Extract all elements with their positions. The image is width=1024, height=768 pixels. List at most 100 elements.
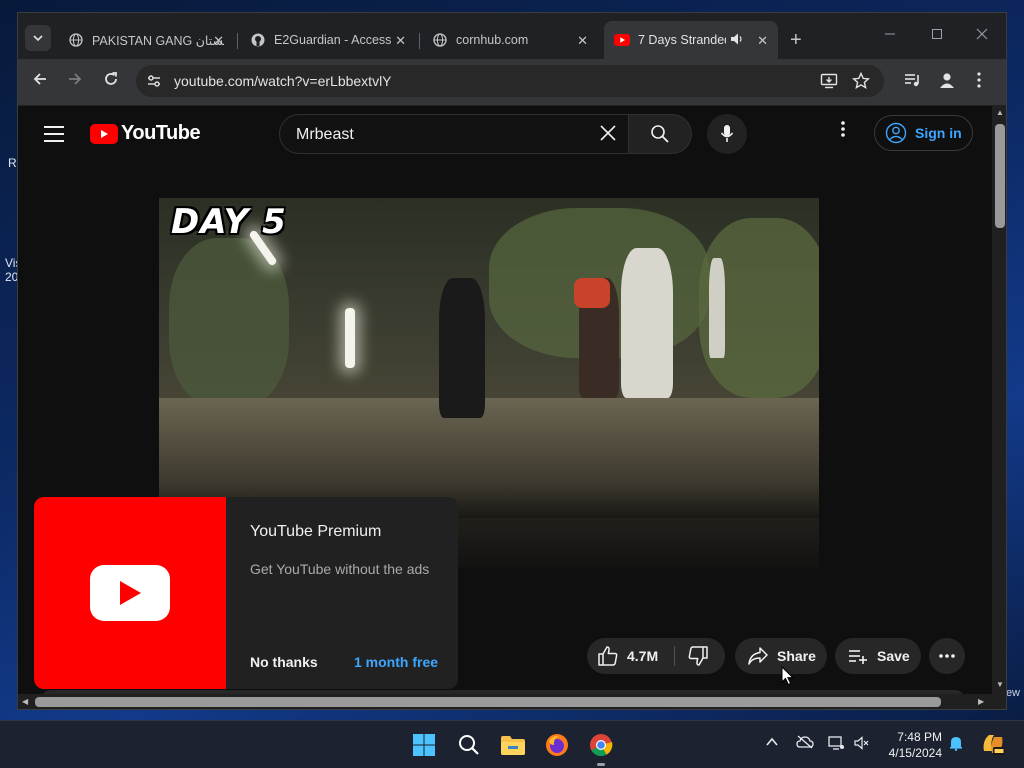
arrow-right-icon bbox=[69, 73, 82, 85]
video-scene bbox=[709, 258, 725, 358]
horizontal-scroll-thumb[interactable] bbox=[35, 697, 941, 707]
no-thanks-button[interactable]: No thanks bbox=[250, 654, 318, 670]
like-button[interactable]: 4.7M bbox=[597, 645, 667, 667]
github-icon bbox=[250, 32, 266, 48]
sign-in-button[interactable]: Sign in bbox=[874, 115, 973, 151]
video-overlay-text: DAY 5 bbox=[171, 202, 287, 242]
tab-7-days-stranded[interactable]: 7 Days Stranded ✕ bbox=[604, 21, 778, 59]
volume-muted-icon[interactable] bbox=[854, 735, 870, 754]
free-trial-button[interactable]: 1 month free bbox=[354, 654, 438, 670]
close-window-button[interactable] bbox=[976, 27, 988, 43]
more-actions-button[interactable] bbox=[929, 638, 965, 674]
tab-e2guardian[interactable]: E2Guardian - Access ✕ bbox=[240, 25, 416, 55]
tab-pakistan-gang[interactable]: PAKISTAN GANG پاکستان ✕ bbox=[58, 25, 234, 55]
premium-promo-image bbox=[34, 497, 226, 689]
desktop-icon-label: R bbox=[8, 156, 17, 170]
minimize-icon bbox=[885, 33, 895, 35]
video-scene bbox=[439, 278, 485, 418]
install-app-icon[interactable] bbox=[820, 72, 838, 95]
vertical-scrollbar[interactable]: ▲ ▼ bbox=[992, 106, 1006, 694]
close-icon[interactable]: ✕ bbox=[757, 33, 768, 49]
video-scene bbox=[345, 308, 355, 368]
maximize-icon bbox=[932, 29, 942, 39]
cloud-offline-icon[interactable] bbox=[796, 735, 814, 752]
horizontal-scrollbar[interactable]: ◀ ▶ bbox=[18, 694, 1006, 709]
network-icon[interactable] bbox=[828, 735, 844, 754]
close-icon[interactable]: ✕ bbox=[213, 33, 224, 49]
close-icon[interactable]: ✕ bbox=[577, 33, 588, 49]
notification-bell-icon[interactable] bbox=[949, 735, 963, 754]
address-bar[interactable]: youtube.com/watch?v=erLbbextvlY bbox=[136, 65, 884, 97]
speaker-icon[interactable] bbox=[730, 32, 744, 49]
browser-menu-icon[interactable] bbox=[976, 71, 982, 94]
tab-separator bbox=[419, 33, 420, 49]
system-clock[interactable]: 7:48 PM 4/15/2024 bbox=[880, 729, 942, 761]
microphone-icon bbox=[720, 125, 734, 142]
tab-label: cornhub.com bbox=[456, 33, 529, 47]
close-icon[interactable]: ✕ bbox=[395, 33, 406, 49]
reload-button[interactable] bbox=[103, 71, 119, 92]
settings-more-icon[interactable] bbox=[840, 120, 846, 144]
desktop-watermark: ew bbox=[1006, 686, 1020, 700]
firefox-icon[interactable] bbox=[543, 731, 571, 759]
new-tab-button[interactable]: + bbox=[790, 29, 802, 52]
account-icon bbox=[885, 122, 907, 144]
minimize-button[interactable] bbox=[884, 27, 896, 43]
media-controls-icon[interactable] bbox=[903, 71, 921, 94]
forward-button[interactable] bbox=[67, 71, 83, 92]
save-button[interactable]: Save bbox=[835, 638, 921, 674]
scroll-right-icon[interactable]: ▶ bbox=[978, 697, 984, 706]
profile-icon[interactable] bbox=[938, 71, 956, 94]
youtube-icon bbox=[614, 32, 630, 48]
file-explorer-icon[interactable] bbox=[499, 731, 527, 759]
search-button[interactable] bbox=[629, 114, 692, 154]
tab-label: 7 Days Stranded bbox=[638, 33, 726, 47]
youtube-logo-text: YouTube bbox=[121, 122, 201, 144]
like-dislike-group: 4.7M bbox=[587, 638, 725, 674]
voice-search-button[interactable] bbox=[707, 114, 747, 154]
tab-label: PAKISTAN GANG پاکستان bbox=[92, 33, 224, 48]
active-app-indicator bbox=[597, 763, 605, 766]
video-scene bbox=[621, 248, 673, 398]
youtube-play-icon bbox=[90, 123, 118, 144]
tab-label: E2Guardian - Access bbox=[274, 33, 392, 47]
thumbs-up-icon bbox=[598, 646, 618, 666]
search-input[interactable]: Mrbeast bbox=[279, 114, 629, 154]
sign-in-label: Sign in bbox=[915, 125, 962, 141]
tab-cornhub[interactable]: cornhub.com ✕ bbox=[422, 25, 598, 55]
youtube-logo[interactable]: YouTube bbox=[90, 122, 201, 145]
divider bbox=[674, 646, 675, 666]
more-horizontal-icon bbox=[939, 654, 955, 658]
site-settings-icon[interactable] bbox=[146, 73, 162, 89]
address-text: youtube.com/watch?v=erLbbextvlY bbox=[174, 73, 392, 89]
dislike-button[interactable] bbox=[687, 645, 709, 670]
search-value: Mrbeast bbox=[296, 126, 354, 143]
tab-strip: PAKISTAN GANG پاکستان ✕ E2Guardian - Acc… bbox=[18, 13, 1006, 59]
chrome-icon[interactable] bbox=[587, 731, 615, 759]
maximize-button[interactable] bbox=[931, 27, 943, 43]
globe-icon bbox=[432, 32, 448, 48]
tab-search-button[interactable] bbox=[25, 25, 51, 51]
watermark-line: ew bbox=[1005, 687, 1020, 699]
reload-icon bbox=[105, 72, 117, 85]
back-button[interactable] bbox=[32, 71, 48, 92]
browser-toolbar: youtube.com/watch?v=erLbbextvlY bbox=[18, 59, 1006, 105]
taskbar: 7:48 PM 4/15/2024 bbox=[0, 720, 1024, 768]
scroll-down-icon[interactable]: ▼ bbox=[996, 680, 1004, 689]
premium-title: YouTube Premium bbox=[250, 523, 382, 540]
hamburger-menu-icon[interactable] bbox=[44, 126, 64, 147]
chevron-up-icon[interactable] bbox=[765, 735, 779, 752]
tab-separator bbox=[237, 33, 238, 49]
scroll-left-icon[interactable]: ◀ bbox=[22, 697, 28, 706]
add-to-playlist-icon bbox=[849, 650, 867, 664]
vertical-scroll-thumb[interactable] bbox=[995, 124, 1005, 228]
copilot-icon[interactable] bbox=[980, 731, 1006, 760]
scroll-up-icon[interactable]: ▲ bbox=[996, 108, 1004, 117]
windows-start-icon[interactable] bbox=[410, 731, 438, 759]
youtube-play-icon bbox=[90, 565, 170, 621]
clear-search-icon[interactable] bbox=[598, 123, 618, 149]
bookmark-star-icon[interactable] bbox=[851, 71, 871, 95]
mouse-cursor-icon bbox=[781, 665, 795, 691]
clock-time: 7:48 PM bbox=[897, 730, 942, 744]
search-icon[interactable] bbox=[455, 731, 483, 759]
